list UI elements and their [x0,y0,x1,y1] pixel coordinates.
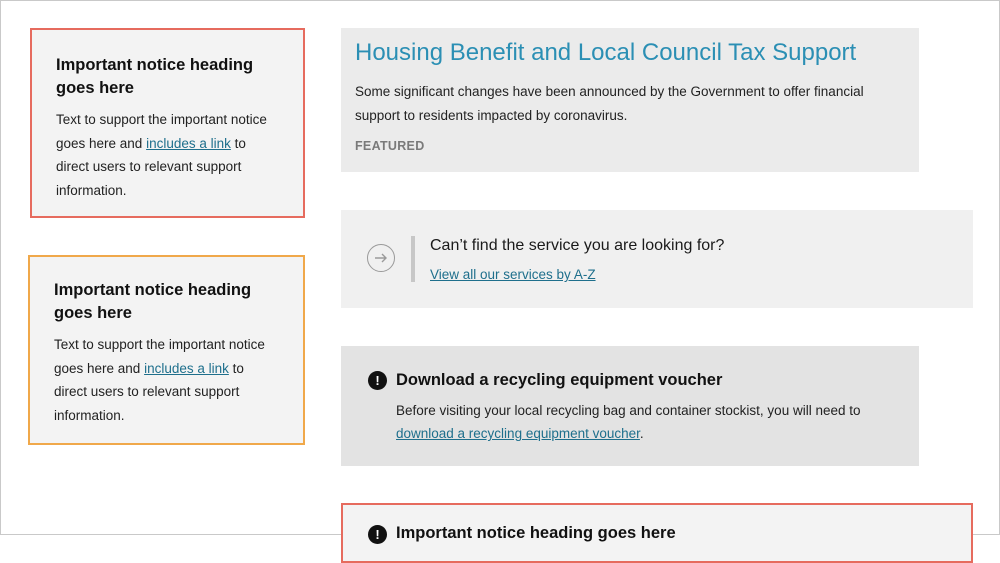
cant-find-question: Can’t find the service you are looking f… [430,237,725,254]
voucher-title: Download a recycling equipment voucher [396,371,723,389]
notice-heading: Important notice heading goes here [54,281,252,322]
featured-description: Some significant changes have been annou… [355,84,864,123]
arrow-right-circle-icon [367,244,395,272]
cant-find-service-panel: Can’t find the service you are looking f… [341,210,973,308]
notice-text: Text to support the important notice goe… [56,108,279,202]
important-notice-bottom: ! Important notice heading goes here [341,503,973,563]
notice-heading: Important notice heading goes here [56,56,254,97]
divider-bar [411,236,415,282]
voucher-text: Before visiting your local recycling bag… [396,399,906,445]
services-a-z-link[interactable]: View all our services by A-Z [430,266,596,284]
featured-card[interactable]: Housing Benefit and Local Council Tax Su… [341,28,919,172]
voucher-text-after: . [639,426,644,441]
important-notice-orange: Important notice heading goes here Text … [28,255,305,445]
important-notice-red: Important notice heading goes here Text … [30,28,305,218]
notice-link[interactable]: includes a link [146,136,231,151]
recycling-voucher-panel: ! Download a recycling equipment voucher… [341,346,919,466]
notice-text: Text to support the important notice goe… [54,333,279,427]
voucher-text-before: Before visiting your local recycling bag… [396,403,861,418]
exclamation-icon: ! [368,371,387,390]
featured-tag: FEATURED [355,139,425,153]
voucher-download-link[interactable]: download a recycling equipment voucher [396,426,640,441]
notice-link[interactable]: includes a link [144,361,229,376]
featured-title[interactable]: Housing Benefit and Local Council Tax Su… [355,38,905,68]
notice-heading: Important notice heading goes here [396,524,676,542]
